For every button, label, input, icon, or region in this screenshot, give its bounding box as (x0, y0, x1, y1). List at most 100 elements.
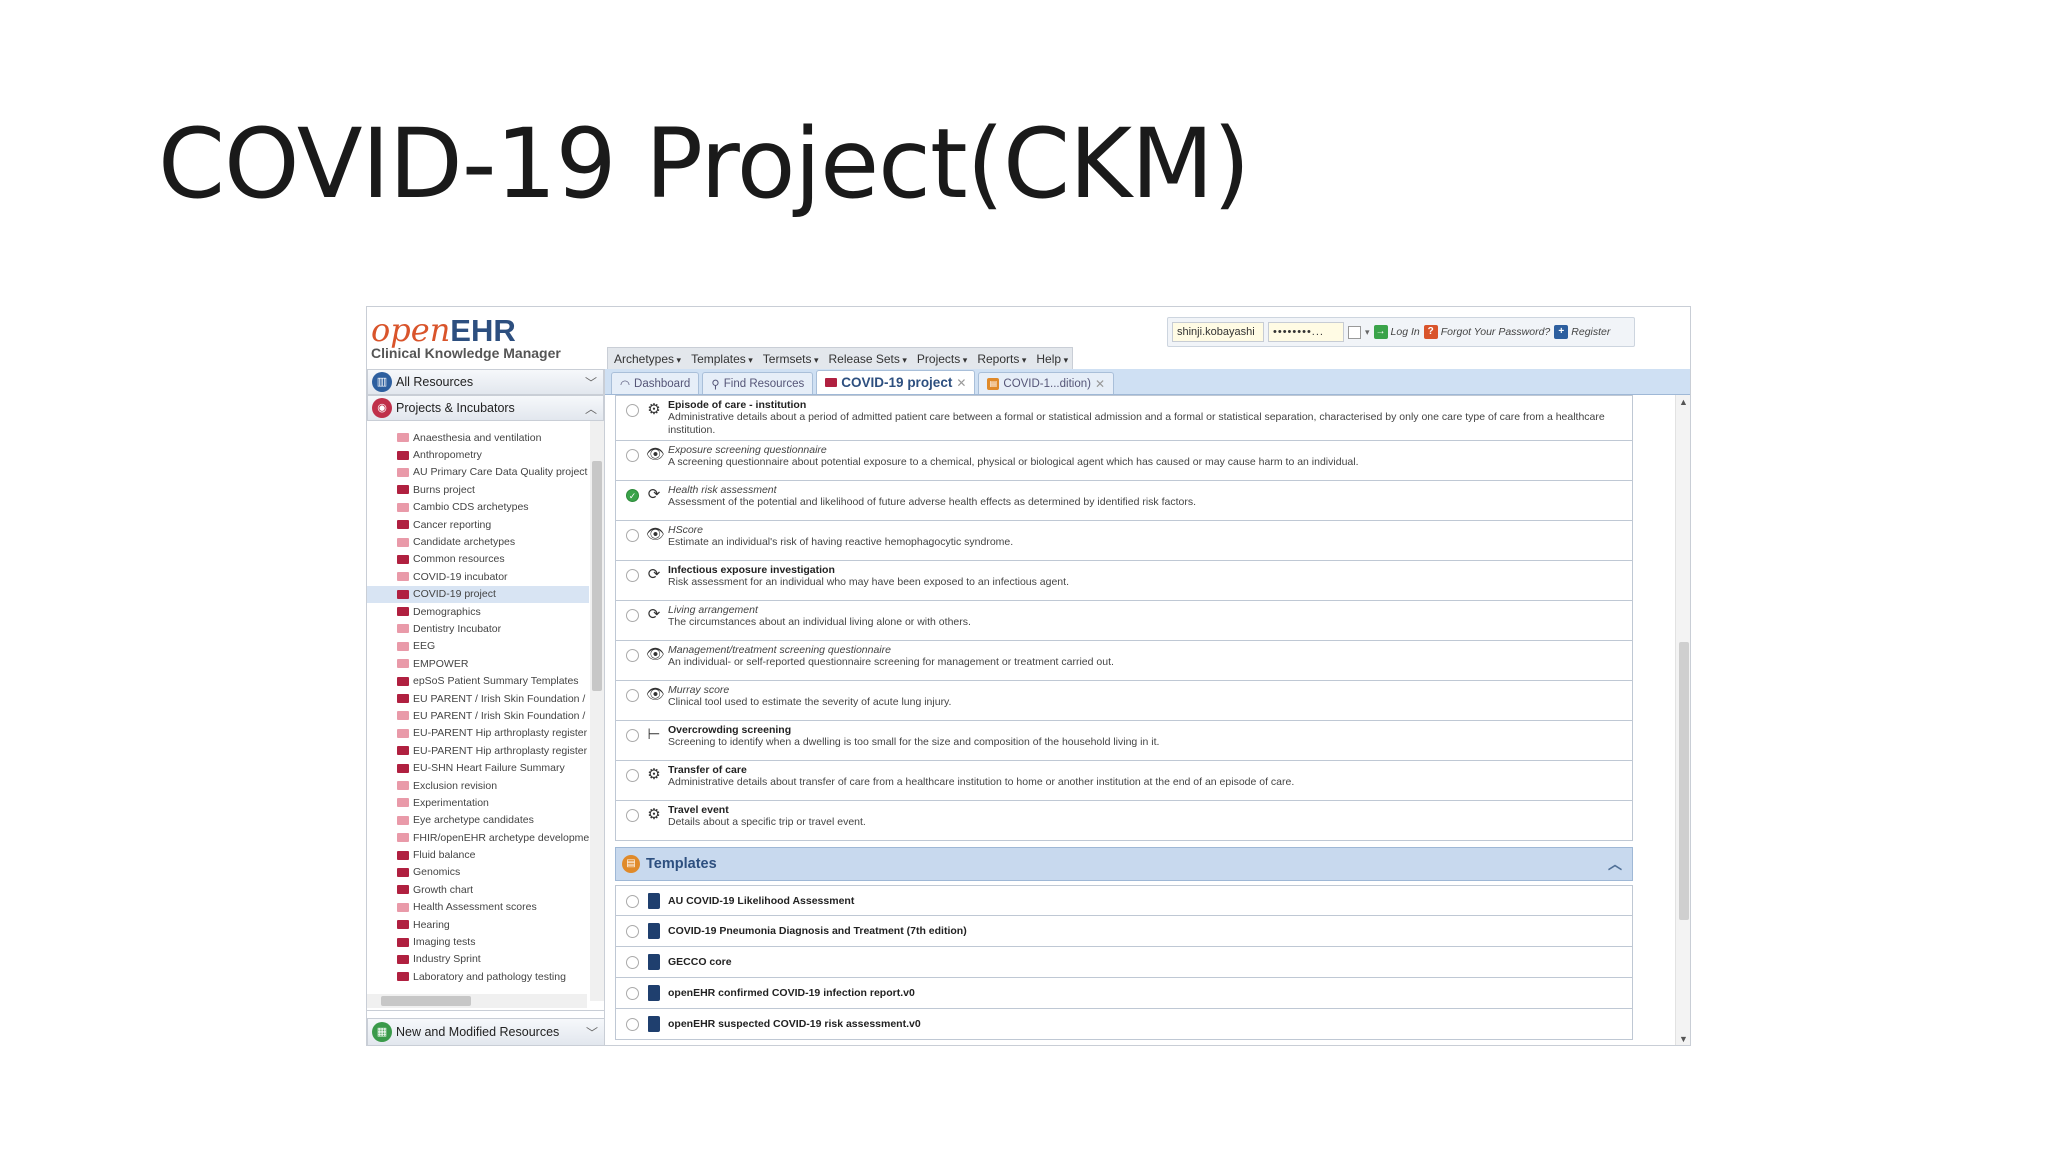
sidebar-item-project[interactable]: Laboratory and pathology testing (367, 968, 589, 985)
scroll-down-arrow-icon[interactable]: ▼ (1679, 1034, 1688, 1044)
select-radio[interactable] (626, 895, 639, 908)
archetype-row[interactable]: ⟳ Infectious exposure investigation Risk a… (615, 561, 1633, 601)
close-icon[interactable]: ✕ (1095, 377, 1105, 391)
archetype-name[interactable]: Living arrangement (668, 601, 1632, 616)
sidebar-item-project[interactable]: Imaging tests (367, 933, 589, 950)
templates-section-header[interactable]: ▤ Templates ︿ (615, 847, 1633, 881)
sidebar-item-project[interactable]: Exclusion revision (367, 777, 589, 794)
template-row[interactable]: AU COVID-19 Likelihood Assessment (615, 885, 1633, 916)
scrollbar-thumb[interactable] (381, 996, 471, 1006)
archetype-row[interactable]: ✓ ⟳ Health risk assessment Assessment of th… (615, 481, 1633, 521)
archetype-name[interactable]: Health risk assessment (668, 481, 1632, 496)
chevron-down-icon[interactable]: ▾ (1365, 327, 1370, 338)
archetype-name[interactable]: HScore (668, 521, 1632, 536)
select-radio[interactable] (626, 569, 639, 582)
sidebar-item-project[interactable]: EU-PARENT Hip arthroplasty register (367, 742, 589, 759)
scroll-up-arrow-icon[interactable]: ▲ (1679, 397, 1688, 407)
archetype-row[interactable]: ⟳ Living arrangement The circumstances abo… (615, 601, 1633, 641)
archetype-name[interactable]: Episode of care - institution (668, 396, 1632, 411)
username-field[interactable]: shinji.kobayashi (1172, 322, 1264, 342)
archetype-row[interactable]: ⚙ Travel event Details about a specific tr… (615, 801, 1633, 841)
scrollbar-thumb[interactable] (1679, 642, 1689, 920)
select-radio[interactable] (626, 609, 639, 622)
sidebar-item-project[interactable]: Common resources (367, 551, 589, 568)
archetype-row[interactable]: ⚙ Transfer of care Administrative details … (615, 761, 1633, 801)
sidebar-item-project[interactable]: Cambio CDS archetypes (367, 499, 589, 516)
sidebar-item-project[interactable]: Burns project (367, 481, 589, 498)
archetype-name[interactable]: Overcrowding screening (668, 721, 1632, 736)
menu-archetypes[interactable]: Archetypes (614, 352, 681, 366)
sidebar-item-project[interactable]: Dentistry Incubator (367, 620, 589, 637)
chevron-up-icon[interactable]: ︿ (1608, 854, 1622, 874)
check-icon[interactable]: ✓ (626, 489, 639, 502)
sidebar-item-project[interactable]: Genomics (367, 864, 589, 881)
sidebar-item-project[interactable]: Health Assessment scores (367, 899, 589, 916)
select-radio[interactable] (626, 956, 639, 969)
sidebar-item-project[interactable]: EMPOWER (367, 655, 589, 672)
all-resources-header[interactable]: ▥ All Resources ﹀ (367, 369, 604, 395)
sidebar-item-project[interactable]: EU-PARENT Hip arthroplasty register (367, 725, 589, 742)
tab-covid-template[interactable]: ▤ COVID-1...dition) ✕ (978, 372, 1115, 394)
select-radio[interactable] (626, 649, 639, 662)
forgot-password-link[interactable]: ? Forgot Your Password? (1423, 325, 1550, 339)
menu-projects[interactable]: Projects (917, 352, 967, 366)
archetype-name[interactable]: Murray score (668, 681, 1632, 696)
menu-release-sets[interactable]: Release Sets (829, 352, 907, 366)
select-radio[interactable] (626, 987, 639, 1000)
sidebar-item-project[interactable]: Anthropometry (367, 446, 589, 463)
sidebar-item-project[interactable]: EU PARENT / Irish Skin Foundation / (367, 707, 589, 724)
sidebar-item-project[interactable]: Fluid balance (367, 846, 589, 863)
sidebar-horizontal-scrollbar[interactable] (367, 994, 587, 1008)
archetype-name[interactable]: Exposure screening questionnaire (668, 441, 1632, 456)
login-button[interactable]: → Log In (1373, 325, 1420, 339)
sidebar-item-project[interactable]: Candidate archetypes (367, 533, 589, 550)
menu-reports[interactable]: Reports (977, 352, 1026, 366)
sidebar-item-project[interactable]: Growth chart (367, 881, 589, 898)
archetype-row[interactable]: 👁 HScore Estimate an individual's risk of … (615, 521, 1633, 561)
sidebar-item-project[interactable]: Hearing (367, 916, 589, 933)
sidebar-item-project[interactable]: EU PARENT / Irish Skin Foundation / (367, 690, 589, 707)
archetype-row[interactable]: ⚙ Episode of care - institution Administra… (615, 395, 1633, 441)
template-name[interactable]: openEHR suspected COVID-19 risk assessme… (668, 1018, 921, 1030)
select-radio[interactable] (626, 449, 639, 462)
select-radio[interactable] (626, 404, 639, 417)
tab-dashboard[interactable]: ◠ Dashboard (611, 372, 700, 394)
archetype-name[interactable]: Transfer of care (668, 761, 1632, 776)
archetype-row[interactable]: 👁 Management/treatment screening question… (615, 641, 1633, 681)
template-name[interactable]: COVID-19 Pneumonia Diagnosis and Treatme… (668, 925, 967, 937)
sidebar-item-project[interactable]: COVID-19 incubator (367, 568, 589, 585)
select-radio[interactable] (626, 809, 639, 822)
scrollbar-thumb[interactable] (592, 461, 602, 691)
select-radio[interactable] (626, 689, 639, 702)
password-field[interactable]: ••••••••... (1268, 322, 1344, 342)
sidebar-item-project[interactable]: Experimentation (367, 794, 589, 811)
sidebar-item-project[interactable]: EU-SHN Heart Failure Summary (367, 759, 589, 776)
projects-incubators-header[interactable]: ◉ Projects & Incubators ︿ (367, 395, 604, 421)
tab-covid-project[interactable]: COVID-19 project ✕ (816, 370, 976, 394)
select-radio[interactable] (626, 729, 639, 742)
archetype-name[interactable]: Management/treatment screening questionn… (668, 641, 1632, 656)
sidebar-item-project[interactable]: Demographics (367, 603, 589, 620)
select-radio[interactable] (626, 769, 639, 782)
content-vertical-scrollbar[interactable]: ▲ ▼ (1675, 395, 1690, 1045)
sidebar-item-project[interactable]: epSoS Patient Summary Templates (367, 672, 589, 689)
sidebar-item-project[interactable]: AU Primary Care Data Quality project (367, 464, 589, 481)
template-name[interactable]: AU COVID-19 Likelihood Assessment (668, 895, 854, 907)
select-radio[interactable] (626, 925, 639, 938)
template-name[interactable]: openEHR confirmed COVID-19 infection rep… (668, 987, 915, 999)
sidebar-item-project[interactable]: COVID-19 project (367, 585, 589, 603)
sidebar-vertical-scrollbar[interactable] (590, 421, 604, 1001)
sidebar-item-project[interactable]: FHIR/openEHR archetype development (367, 829, 589, 846)
sidebar-item-project[interactable]: Eye archetype candidates (367, 812, 589, 829)
menu-templates[interactable]: Templates (691, 352, 753, 366)
select-radio[interactable] (626, 1018, 639, 1031)
template-row[interactable]: COVID-19 Pneumonia Diagnosis and Treatme… (615, 916, 1633, 947)
sidebar-item-project[interactable]: Cancer reporting (367, 516, 589, 533)
tab-find-resources[interactable]: ⚲ Find Resources (702, 372, 814, 394)
template-row[interactable]: openEHR suspected COVID-19 risk assessme… (615, 1009, 1633, 1040)
close-icon[interactable]: ✕ (956, 376, 966, 390)
menu-help[interactable]: Help (1036, 352, 1068, 366)
sidebar-item-project[interactable]: Anaesthesia and ventilation (367, 429, 589, 446)
sidebar-item-project[interactable]: EEG (367, 638, 589, 655)
select-radio[interactable] (626, 529, 639, 542)
